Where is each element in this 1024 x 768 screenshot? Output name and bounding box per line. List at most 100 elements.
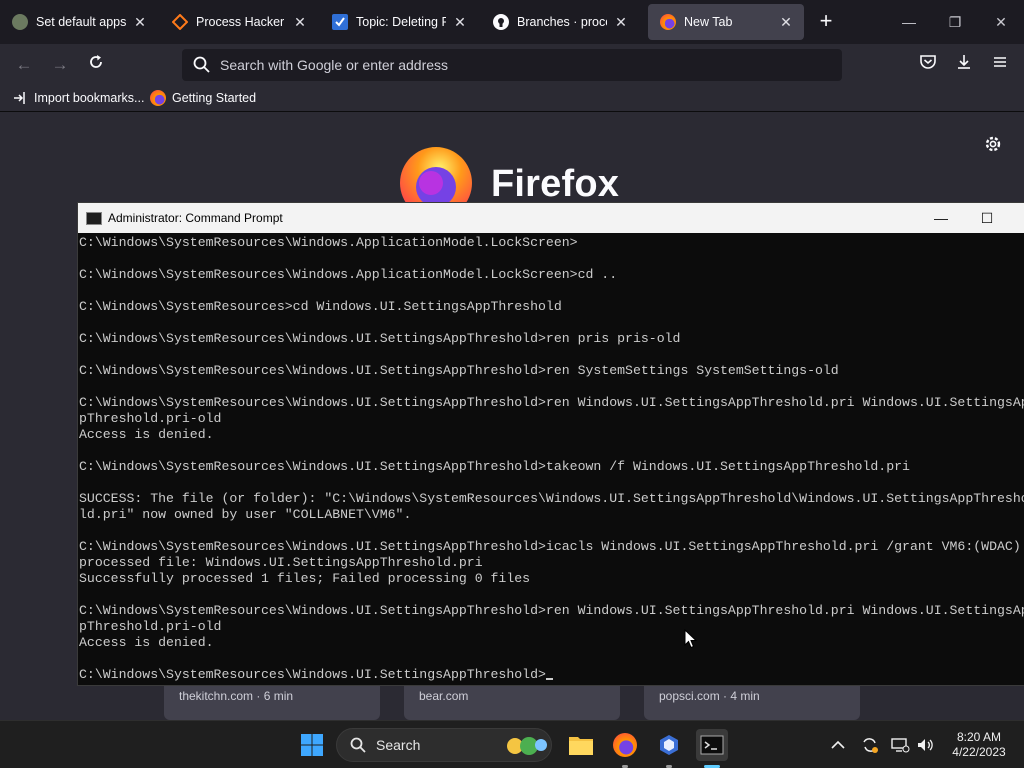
volume-icon[interactable] <box>915 735 935 755</box>
cmd-minimize-icon[interactable]: — <box>918 203 964 233</box>
avatar-icon <box>12 14 28 30</box>
close-tab-icon[interactable]: ✕ <box>452 14 468 31</box>
cmd-line: Access is denied. <box>79 427 214 442</box>
cmd-maximize-icon[interactable]: ☐ <box>964 203 1010 233</box>
cmd-line <box>79 651 1024 667</box>
cmd-line <box>79 283 1024 299</box>
back-button[interactable]: ← <box>12 53 36 77</box>
close-tab-icon[interactable]: ✕ <box>292 14 308 31</box>
bookmark-label: Getting Started <box>172 91 257 105</box>
cmd-line: C:\Windows\SystemResources\Windows.UI.Se… <box>79 667 1024 683</box>
story-card[interactable]: bear.com <box>404 678 620 720</box>
cmd-line: C:\Windows\SystemResources>cd Windows.UI… <box>79 299 562 314</box>
tab-title: Set default apps in W <box>36 15 126 29</box>
cmd-line: pThreshold.pri-old <box>79 411 222 426</box>
cmd-output: C:\Windows\SystemResources\Windows.Appli… <box>78 235 1024 683</box>
windows-start-icon <box>301 734 323 756</box>
tab-new-tab[interactable]: New Tab ✕ <box>648 4 804 40</box>
bookmark-label: Import bookmarks... <box>34 91 145 105</box>
cmd-line <box>79 475 1024 491</box>
story-source: bear.com <box>419 689 469 703</box>
network-icon[interactable] <box>890 735 910 755</box>
cmd-title: Administrator: Command Prompt <box>108 211 283 225</box>
cmd-line: Successfully processed 1 files; Failed p… <box>79 571 531 586</box>
tab-process-hacker[interactable]: Process Hacker dow ✕ <box>160 4 318 40</box>
sync-icon[interactable] <box>860 735 880 755</box>
close-tab-icon[interactable]: ✕ <box>132 14 148 31</box>
tab-title: Topic: Deleting Rest <box>356 15 446 29</box>
diamond-icon <box>172 14 188 30</box>
taskbar-search-box[interactable]: Search <box>336 728 552 762</box>
system-clock[interactable]: 8:20 AM 4/22/2023 <box>944 730 1014 760</box>
gear-icon[interactable] <box>983 134 1003 154</box>
cmd-line <box>79 251 1024 267</box>
firefox-taskbar-button[interactable] <box>609 729 641 761</box>
cmd-line: Access is denied. <box>79 635 214 650</box>
cmd-line: C:\Windows\SystemResources\Windows.UI.Se… <box>79 331 681 346</box>
cmd-line <box>79 523 1024 539</box>
start-button[interactable] <box>296 729 328 761</box>
reload-icon <box>90 55 102 68</box>
import-icon <box>14 92 25 104</box>
bookmark-getting-started[interactable]: Getting Started <box>150 90 256 106</box>
minimize-icon[interactable]: — <box>894 8 924 36</box>
new-tab-button[interactable]: + <box>814 10 838 34</box>
copilot-icon <box>660 735 678 755</box>
cmd-line: C:\Windows\SystemResources\Windows.UI.Se… <box>79 395 1024 410</box>
windows-taskbar: Search 8:20 AM 4/22/2023 <box>0 720 1024 768</box>
firefox-icon <box>613 733 637 757</box>
search-icon <box>350 737 366 753</box>
download-icon <box>958 55 970 69</box>
tab-branches-github[interactable]: Branches · processh ✕ <box>481 4 639 40</box>
story-card[interactable]: popsci.com · 4 min <box>644 678 860 720</box>
cmd-line: C:\Windows\SystemResources\Windows.UI.Se… <box>79 539 1021 554</box>
close-tab-icon[interactable]: ✕ <box>613 14 629 31</box>
cmd-line: pThreshold.pri-old <box>79 619 222 634</box>
forward-button[interactable]: → <box>48 53 72 77</box>
terminal-taskbar-button[interactable] <box>696 729 728 761</box>
taskbar-search-label: Search <box>376 737 421 753</box>
cmd-line <box>79 379 1024 395</box>
story-source: popsci.com · 4 min <box>659 689 760 703</box>
story-card[interactable]: thekitchn.com · 6 min <box>164 678 380 720</box>
address-bar[interactable] <box>182 49 842 81</box>
cmd-line: ld.pri" now owned by user "COLLABNET\VM6… <box>79 507 412 522</box>
browser-tab-strip: Set default apps in W ✕ Process Hacker d… <box>0 0 1024 44</box>
pocket-button[interactable] <box>916 53 940 77</box>
mouse-pointer-icon <box>684 629 698 649</box>
pocket-icon <box>920 55 936 69</box>
cmd-line <box>79 347 1024 363</box>
close-tab-icon[interactable]: ✕ <box>778 14 794 31</box>
cmd-line <box>79 315 1024 331</box>
cmd-line: C:\Windows\SystemResources\Windows.UI.Se… <box>79 603 1024 618</box>
command-prompt-window[interactable]: Administrator: Command Prompt — ☐ C:\Win… <box>77 202 1024 686</box>
address-input[interactable] <box>220 57 820 73</box>
chevron-up-icon[interactable] <box>828 735 848 755</box>
file-explorer-button[interactable] <box>565 729 597 761</box>
text-cursor <box>545 678 553 680</box>
reload-button[interactable] <box>84 53 108 77</box>
menu-button[interactable] <box>988 53 1012 77</box>
cmd-line: SUCCESS: The file (or folder): "C:\Windo… <box>79 491 1024 506</box>
firefox-icon <box>660 14 676 30</box>
downloads-button[interactable] <box>952 53 976 77</box>
tab-topic-deleting[interactable]: Topic: Deleting Rest ✕ <box>320 4 478 40</box>
cmd-line: C:\Windows\SystemResources\Windows.Appli… <box>79 235 578 250</box>
firefox-wordmark: Firefox <box>491 163 620 205</box>
close-window-icon[interactable]: ✕ <box>986 8 1016 36</box>
cmd-console[interactable]: C:\Windows\SystemResources\Windows.Appli… <box>78 235 1024 685</box>
restore-icon[interactable]: ❐ <box>940 8 970 36</box>
bookmark-import[interactable]: Import bookmarks... <box>12 90 144 106</box>
copilot-taskbar-button[interactable] <box>653 729 685 761</box>
cmd-line: processed file: Windows.UI.SettingsAppTh… <box>79 555 483 570</box>
cmd-line <box>79 443 1024 459</box>
cmd-window-icon <box>86 211 102 225</box>
tab-title: Process Hacker dow <box>196 15 286 29</box>
github-icon <box>493 14 509 30</box>
firefox-icon <box>150 90 166 106</box>
hamburger-icon <box>994 57 1006 67</box>
cmd-line <box>79 587 1024 603</box>
cmd-title-bar[interactable]: Administrator: Command Prompt — ☐ <box>78 203 1024 233</box>
tab-set-default-apps[interactable]: Set default apps in W ✕ <box>0 4 158 40</box>
terminal-icon <box>700 735 724 755</box>
